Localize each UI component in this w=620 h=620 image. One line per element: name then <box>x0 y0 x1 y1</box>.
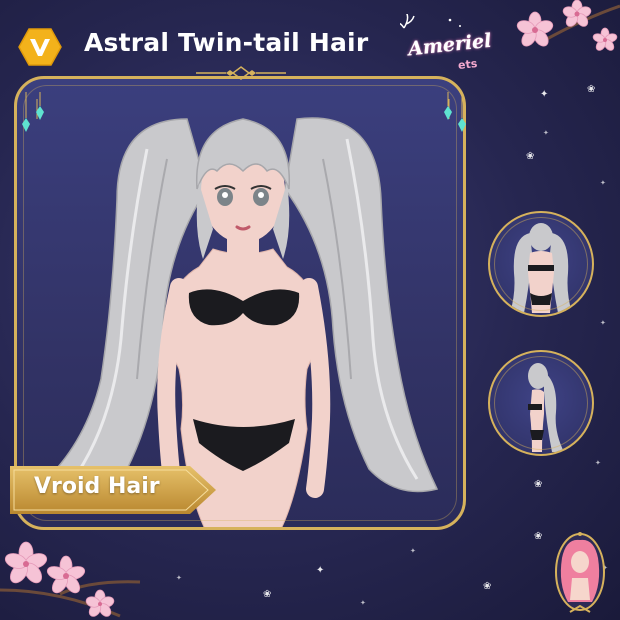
thumbnail-side-view <box>488 350 594 456</box>
gem-pendant-icon <box>458 92 466 132</box>
star-icon: ✦ <box>540 89 549 100</box>
page-title: Astral Twin-tail Hair <box>84 28 369 57</box>
ribbon-label: Vroid Hair <box>34 474 160 499</box>
star-icon: ❀ <box>534 531 543 542</box>
gem-pendant-icon <box>444 92 452 120</box>
gem-pendant-icon <box>22 92 30 132</box>
star-icon: ✦ <box>600 319 606 327</box>
frame-ornament <box>196 66 286 80</box>
star-icon: ❀ <box>526 151 535 162</box>
star-icon: ✦ <box>360 599 366 607</box>
star-icon: ✦ <box>316 565 325 576</box>
gem-pendant-icon <box>36 92 44 120</box>
star-icon: ✦ <box>595 459 601 467</box>
side-view-image <box>528 363 564 452</box>
star-icon: ❀ <box>483 581 492 592</box>
star-icon: ❀ <box>263 589 272 600</box>
thumbnail-back-view <box>488 211 594 317</box>
mascot-emblem <box>555 532 605 613</box>
cherry-blossom-icon <box>0 541 141 618</box>
brand-logo: Ameriel ets <box>400 14 500 84</box>
star-icon: ✦ <box>410 547 416 555</box>
back-view-image <box>510 223 572 313</box>
model-preview-image <box>36 99 450 527</box>
vroid-v-icon <box>18 28 62 66</box>
star-icon: ❀ <box>534 479 543 490</box>
preview-frame <box>14 76 466 530</box>
cherry-blossom-icon <box>516 0 620 51</box>
logo-sub: ets <box>457 57 478 72</box>
star-icon: ✦ <box>600 179 606 187</box>
star-icon: ✦ <box>176 574 182 582</box>
star-icon: ❀ <box>587 84 596 95</box>
star-icon: ✦ <box>543 129 549 137</box>
